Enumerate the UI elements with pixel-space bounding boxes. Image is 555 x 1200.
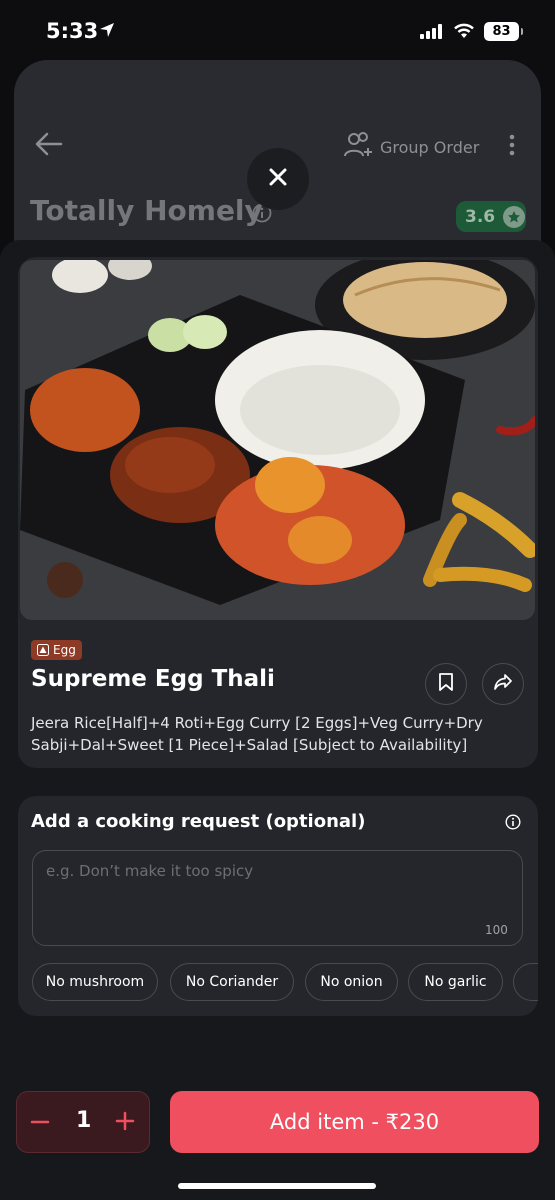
chip-no-coriander[interactable]: No Coriander xyxy=(170,963,294,1001)
char-limit: 100 xyxy=(485,923,508,937)
quantity-value: 1 xyxy=(76,1108,92,1133)
egg-tag: Egg xyxy=(31,640,82,660)
home-indicator xyxy=(178,1183,376,1189)
close-button[interactable] xyxy=(247,148,309,210)
star-icon xyxy=(503,205,526,228)
status-time: 5:33 xyxy=(46,19,99,43)
rating-badge: 3.6 xyxy=(456,201,526,232)
bookmark-button[interactable] xyxy=(425,663,467,705)
chip-no-garlic[interactable]: No garlic xyxy=(408,963,503,1001)
restaurant-name: Totally Homely xyxy=(30,194,263,227)
egg-tag-label: Egg xyxy=(53,643,76,657)
egg-symbol-icon xyxy=(37,641,49,660)
group-order-button[interactable]: Group Order xyxy=(344,132,479,162)
more-options-icon[interactable] xyxy=(508,134,516,160)
minus-icon[interactable] xyxy=(30,1112,50,1136)
item-description: Jeera Rice[Half]+4 Roti+Egg Curry [2 Egg… xyxy=(31,714,483,754)
food-image xyxy=(20,260,535,620)
cooking-chips: No mushroom No Coriander No onion No gar… xyxy=(32,963,538,1001)
chip-no-mushroom[interactable]: No mushroom xyxy=(32,963,158,1001)
cooking-request-input[interactable] xyxy=(32,850,523,946)
info-icon[interactable] xyxy=(505,814,521,834)
close-icon xyxy=(268,167,288,191)
bookmark-icon xyxy=(438,672,454,696)
wifi-icon xyxy=(453,22,475,43)
group-order-label: Group Order xyxy=(380,137,480,157)
cooking-request-title: Add a cooking request (optional) xyxy=(31,811,366,832)
plus-icon[interactable] xyxy=(115,1111,135,1135)
back-arrow-icon[interactable] xyxy=(35,131,63,161)
share-button[interactable] xyxy=(482,663,524,705)
rating-value: 3.6 xyxy=(465,206,496,227)
chip-more[interactable] xyxy=(513,963,538,1001)
location-arrow-icon xyxy=(98,21,116,43)
add-item-button[interactable]: Add item - ₹230 xyxy=(170,1091,539,1153)
share-icon xyxy=(493,673,513,695)
chip-no-onion[interactable]: No onion xyxy=(305,963,398,1001)
group-users-icon xyxy=(344,132,374,162)
status-bar: 5:33 83 xyxy=(0,0,555,62)
battery-indicator: 83 xyxy=(484,22,523,41)
item-title: Supreme Egg Thali xyxy=(31,666,275,692)
cellular-signal-icon xyxy=(420,24,444,43)
